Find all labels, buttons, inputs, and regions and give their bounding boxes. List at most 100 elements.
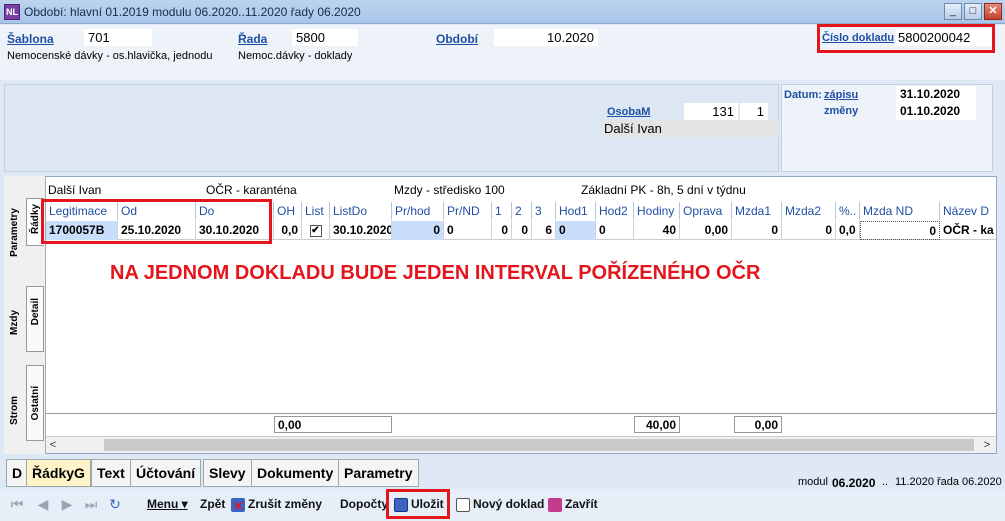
vtab-mzdy[interactable]: Mzdy <box>9 310 20 335</box>
first-record-icon[interactable]: ⏮ <box>6 494 28 514</box>
rada-period-label: řada <box>937 476 960 488</box>
highlight-cislo-dokladu <box>817 24 995 53</box>
cell-3[interactable]: 6 <box>532 221 556 240</box>
vtab-parametry[interactable]: Parametry <box>9 208 20 257</box>
obdobi-field[interactable]: 10.2020 <box>494 29 598 46</box>
cell-listdo[interactable]: 30.10.2020 <box>330 221 392 240</box>
refresh-icon[interactable]: ↻ <box>104 494 126 514</box>
cell-hod2[interactable]: 0 <box>596 221 634 240</box>
maximize-button[interactable]: □ <box>964 3 982 20</box>
col-list[interactable]: List <box>302 202 330 220</box>
list-checkbox[interactable]: ✔ <box>309 224 322 237</box>
col-mzda1[interactable]: Mzda1 <box>732 202 782 220</box>
rada-description: Nemoc.dávky - doklady <box>238 50 353 62</box>
osoba-label[interactable]: OsobaM <box>607 106 650 118</box>
col-prhod[interactable]: Pr/hod <box>392 202 444 220</box>
col-2[interactable]: 2 <box>512 202 532 220</box>
info-group: Mzdy - středisko 100 <box>394 183 505 197</box>
cell-prnd[interactable]: 0 <box>444 221 492 240</box>
close-button[interactable]: ✕ <box>984 3 1002 20</box>
info-bar: Další Ivan OČR - karanténa Mzdy - středi… <box>46 182 832 200</box>
obdobi-label[interactable]: Období <box>436 32 478 46</box>
tab-uctovani[interactable]: Účtování <box>130 459 202 487</box>
zpet-button[interactable]: Zpět <box>200 494 225 514</box>
prev-record-icon[interactable]: ◀ <box>32 494 54 514</box>
sum-oh: 0,00 <box>274 416 392 433</box>
zrusit-zmeny-label: Zrušit změny <box>248 497 323 511</box>
window-title: Období: hlavní 01.2019 modulu 06.2020..1… <box>24 5 361 19</box>
horizontal-scrollbar[interactable]: < > <box>46 436 996 453</box>
next-record-icon[interactable]: ▶ <box>56 494 78 514</box>
col-oh[interactable]: OH <box>274 202 302 220</box>
cell-nazev[interactable]: OČR - ka <box>940 221 996 240</box>
info-name: Další Ivan <box>48 183 102 197</box>
cell-mzda1[interactable]: 0 <box>732 221 782 240</box>
tab-text[interactable]: Text <box>91 459 131 487</box>
cell-list[interactable]: ✔ <box>302 221 330 240</box>
vtab-radky[interactable]: Řádky <box>30 204 41 234</box>
col-1[interactable]: 1 <box>492 202 512 220</box>
col-hod2[interactable]: Hod2 <box>596 202 634 220</box>
dopocty-button[interactable]: Dopočty <box>340 494 388 514</box>
menu-button[interactable]: Menu ▾ <box>147 494 188 514</box>
last-record-icon[interactable]: ⏭ <box>80 494 102 514</box>
col-oprava[interactable]: Oprava <box>680 202 732 220</box>
cell-mzda2[interactable]: 0 <box>782 221 836 240</box>
scroll-left-icon[interactable]: < <box>46 438 60 452</box>
tab-parametry[interactable]: Parametry <box>338 459 419 487</box>
col-3[interactable]: 3 <box>532 202 556 220</box>
zrusit-zmeny-button[interactable]: Zrušit změny <box>231 494 323 516</box>
annotation-text: NA JEDNOM DOKLADU BUDE JEDEN INTERVAL PO… <box>110 262 761 284</box>
rada-field[interactable]: 5800 <box>292 29 358 46</box>
cell-1[interactable]: 0 <box>492 221 512 240</box>
col-nazev[interactable]: Název D <box>940 202 996 220</box>
scroll-right-icon[interactable]: > <box>980 438 994 452</box>
tab-radky[interactable]: ŘádkyG <box>26 459 91 487</box>
col-mzdand[interactable]: Mzda ND <box>860 202 940 220</box>
new-document-icon <box>456 497 470 512</box>
modul-to: 11.2020 <box>895 476 934 488</box>
cell-oprava[interactable]: 0,00 <box>680 221 732 240</box>
sablona-description: Nemocenské dávky - os.hlavička, jednodu <box>7 50 212 62</box>
datum-label: Datum: <box>784 89 822 101</box>
col-hodiny[interactable]: Hodiny <box>634 202 680 220</box>
col-hod1[interactable]: Hod1 <box>556 202 596 220</box>
cell-prhod[interactable]: 0 <box>392 221 444 240</box>
cell-mzdand[interactable]: 0 <box>860 221 940 240</box>
tab-dokumenty[interactable]: Dokumenty <box>251 459 340 487</box>
scroll-thumb[interactable] <box>104 439 974 451</box>
col-mzda2[interactable]: Mzda2 <box>782 202 836 220</box>
tab-slevy[interactable]: Slevy <box>203 459 252 487</box>
col-prnd[interactable]: Pr/ND <box>444 202 492 220</box>
highlight-interval <box>41 199 272 244</box>
info-pk: Základní PK - 8h, 5 dní v týdnu <box>581 183 746 197</box>
vtab-strom[interactable]: Strom <box>9 396 20 425</box>
minimize-button[interactable]: _ <box>944 3 962 20</box>
novy-doklad-button[interactable]: Nový doklad <box>456 494 544 514</box>
highlight-ulozit <box>386 489 450 519</box>
col-pct[interactable]: %.. <box>836 202 860 220</box>
cell-2[interactable]: 0 <box>512 221 532 240</box>
sums-row: 0,00 40,00 0,00 <box>46 413 996 433</box>
zapisu-date: 31.10.2020 <box>896 86 976 103</box>
osoba-id-field[interactable]: 131 <box>684 103 738 120</box>
zavrit-button[interactable]: Zavřít <box>548 494 598 514</box>
app-icon: NL <box>4 4 20 20</box>
vtab-ostatni[interactable]: Ostatní <box>30 386 41 420</box>
cell-hod1[interactable]: 0 <box>556 221 596 240</box>
sablona-field[interactable]: 701 <box>84 29 152 46</box>
osoba-number-field[interactable]: 1 <box>740 103 768 120</box>
title-bar: NL Období: hlavní 01.2019 modulu 06.2020… <box>0 0 1005 24</box>
zapisu-label[interactable]: zápisu <box>824 89 858 101</box>
cell-pct[interactable]: 0,0 <box>836 221 860 240</box>
modul-label: modul <box>798 476 828 488</box>
vtab-detail[interactable]: Detail <box>30 298 41 325</box>
col-listdo[interactable]: ListDo <box>330 202 392 220</box>
tab-d[interactable]: D <box>6 459 29 487</box>
cell-oh[interactable]: 0,0 <box>274 221 302 240</box>
rada-label[interactable]: Řada <box>238 32 267 46</box>
sablona-label[interactable]: Šablona <box>7 32 54 46</box>
cell-hodiny[interactable]: 40 <box>634 221 680 240</box>
rada-period-value: 06.2020 <box>962 476 1002 488</box>
zmeny-label: změny <box>824 105 859 117</box>
